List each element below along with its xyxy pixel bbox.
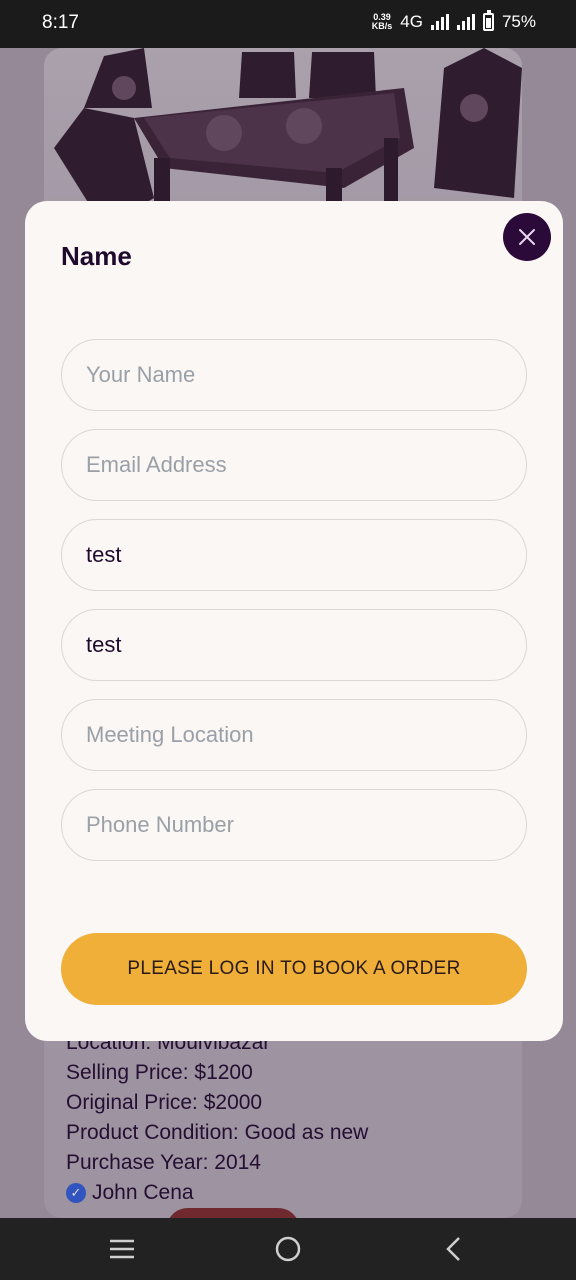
text-field-4[interactable] bbox=[61, 609, 527, 681]
battery-percent: 75% bbox=[501, 12, 536, 31]
booking-modal: Name PLEASE LOG IN TO BOOK A ORDER bbox=[25, 201, 563, 1041]
recent-apps-icon[interactable] bbox=[108, 1235, 136, 1268]
network-type: 4G bbox=[400, 12, 423, 31]
navigation-bar bbox=[0, 1218, 576, 1280]
email-input[interactable] bbox=[61, 429, 527, 501]
name-input[interactable] bbox=[61, 339, 527, 411]
close-icon bbox=[519, 229, 535, 245]
battery-icon bbox=[482, 10, 494, 31]
close-button[interactable] bbox=[503, 213, 551, 261]
status-time: 8:17 bbox=[42, 12, 79, 33]
status-bar: 8:17 0.39 KB/s 4G 75% bbox=[0, 0, 576, 48]
modal-title: Name bbox=[61, 241, 132, 271]
signal-icon bbox=[430, 14, 449, 30]
phone-number-input[interactable] bbox=[61, 789, 527, 861]
home-icon[interactable] bbox=[274, 1235, 302, 1268]
net-speed: 0.39 KB/s bbox=[371, 12, 393, 31]
text-field-3[interactable] bbox=[61, 519, 527, 591]
book-order-button[interactable]: PLEASE LOG IN TO BOOK A ORDER bbox=[61, 933, 527, 1005]
meeting-location-input[interactable] bbox=[61, 699, 527, 771]
signal-icon-2 bbox=[456, 14, 475, 30]
status-icons: 0.39 KB/s 4G 75% bbox=[371, 10, 536, 32]
back-icon[interactable] bbox=[440, 1235, 468, 1268]
